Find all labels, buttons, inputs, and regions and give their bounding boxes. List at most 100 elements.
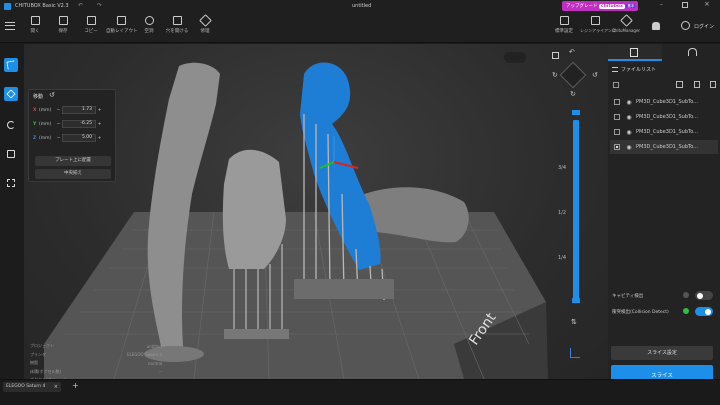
center-button[interactable]: 中央揃え (35, 169, 111, 179)
file-row[interactable]: ◉ PM3D_Cube3D1_SubTo... (610, 140, 718, 154)
file-row[interactable]: ◉ PM3D_Cube3D1_SubTo... (610, 110, 718, 124)
rotate-left-icon[interactable]: ↶ (569, 48, 575, 56)
y-decrement-button[interactable]: − (55, 122, 62, 127)
info-key: プリンタ (30, 351, 46, 357)
toolbar-manager-button[interactable]: ChituManager (612, 14, 640, 33)
place-on-plate-button[interactable]: プレート上に配置 (35, 156, 111, 166)
delete-file-icon[interactable] (694, 81, 700, 88)
toolbar-resin-button[interactable]: レジンアライアンス (580, 16, 616, 34)
printer-tab-close-icon[interactable]: × (54, 382, 58, 392)
info-value: normal (147, 360, 162, 366)
toolbar-label: 自動レイアウト (106, 29, 138, 34)
file-name: PM3D_Cube3D1_SubTo... (636, 99, 698, 105)
toolbar-copy-button[interactable]: コピー (78, 16, 104, 34)
rotate-view-right-icon[interactable]: ↺ (592, 71, 598, 79)
x-value-input[interactable]: 1.73 (62, 106, 96, 114)
repair-icon (198, 14, 212, 27)
select-all-checkbox[interactable] (613, 82, 619, 88)
bottom-bar: ELEGOO Saturn 4 × + (0, 379, 720, 405)
toolbar-label: 保存 (58, 29, 68, 34)
info-value: ELEGOO Saturn 4 (127, 352, 162, 358)
bust-raft (294, 279, 394, 299)
render-mode-toggle[interactable] (504, 52, 526, 63)
toolbar-save-button[interactable]: 保存 (50, 16, 76, 34)
upgrade-button[interactable]: アップグレード chitubox 基本 (562, 1, 638, 11)
support-tab-icon (688, 48, 697, 56)
move-y-row: Y (mm) − -6.25 + (33, 119, 103, 129)
swap-icon[interactable]: ⇅ (571, 318, 577, 326)
home-view-icon[interactable] (552, 52, 559, 59)
duplicate-file-icon[interactable] (710, 81, 716, 88)
x-increment-button[interactable]: + (96, 108, 103, 113)
file-name: PM3D_Cube3D1_SubTo... (636, 129, 698, 135)
model-drapery (222, 149, 286, 269)
close-button[interactable]: × (704, 0, 710, 8)
login-link[interactable]: ログイン (694, 23, 714, 30)
scale-tool-button[interactable] (4, 147, 18, 161)
toolbar-label: 標準設定 (555, 29, 573, 34)
toolbar-settings-button[interactable]: 標準設定 (551, 16, 577, 34)
notification-icon[interactable] (652, 22, 660, 30)
redo-icon[interactable]: ↷ (97, 2, 102, 9)
x-decrement-button[interactable]: − (55, 108, 62, 113)
visibility-eye-icon[interactable]: ◉ (625, 144, 633, 151)
slice-settings-button[interactable]: スライス設定 (611, 346, 713, 360)
file-row[interactable]: ◉ PM3D_Cube3D1_SubTo... (610, 95, 718, 109)
cavity-detection-toggle[interactable] (695, 291, 713, 300)
3d-viewport[interactable]: Front 移動 ↺ X (mm) − 1.73 + Y (mm) − -6.2… (24, 44, 608, 379)
file-list-title: ファイルリスト (621, 67, 657, 73)
settings-icon (559, 16, 569, 25)
toolbar-hollow-button[interactable]: 空洞 (136, 16, 162, 34)
reset-icon[interactable]: ↺ (49, 91, 55, 99)
user-icon[interactable] (681, 21, 690, 30)
info-row: 体積(ボクセル数) -- (30, 368, 162, 377)
axis-y-unit: (mm) (39, 121, 52, 127)
file-name: PM3D_Cube3D1_SubTo... (636, 144, 698, 150)
toolbar-open-button[interactable]: 開く (22, 16, 48, 34)
hollow-icon (144, 16, 154, 25)
layer-slider-track[interactable] (573, 120, 579, 302)
spin-icon[interactable]: ↻ (570, 90, 576, 98)
info-value: untitled (146, 343, 162, 349)
menu-icon[interactable] (5, 22, 15, 30)
select-tool-button[interactable] (4, 58, 18, 72)
file-row[interactable]: ◉ PM3D_Cube3D1_SubTo... (610, 125, 718, 139)
info-key: 樹脂 (30, 360, 38, 366)
visibility-eye-icon[interactable]: ◉ (625, 99, 633, 106)
file-checkbox[interactable] (614, 114, 620, 120)
slider-tick: 1/2 (558, 210, 567, 216)
slider-top-handle[interactable] (572, 110, 580, 115)
tab-file-list[interactable] (608, 44, 662, 61)
collision-detection-toggle[interactable] (695, 307, 713, 316)
rotate-tool-button[interactable] (4, 118, 18, 132)
toolbar-layout-button[interactable]: 自動レイアウト (106, 16, 138, 34)
add-printer-tab-button[interactable]: + (72, 381, 79, 390)
maximize-button[interactable] (682, 2, 688, 8)
z-decrement-button[interactable]: − (55, 136, 62, 141)
file-checkbox[interactable] (614, 144, 620, 150)
slider-bottom-handle[interactable] (572, 298, 580, 303)
file-checkbox[interactable] (614, 99, 620, 105)
axis-x-unit: (mm) (39, 107, 52, 113)
hole-icon (172, 16, 182, 25)
move-tool-button[interactable] (4, 87, 18, 101)
printer-tab[interactable]: ELEGOO Saturn 4 × (3, 382, 61, 392)
menu-icon-middle (5, 25, 15, 27)
visibility-eye-icon[interactable]: ◉ (625, 129, 633, 136)
minimize-button[interactable]: – (660, 1, 663, 8)
undo-icon[interactable]: ↶ (78, 2, 83, 9)
mirror-tool-button[interactable] (4, 176, 18, 190)
file-name: PM3D_Cube3D1_SubTo... (636, 114, 698, 120)
file-checkbox[interactable] (614, 129, 620, 135)
y-value-input[interactable]: -6.25 (62, 120, 96, 128)
z-value-input[interactable]: 5.00 (62, 134, 96, 142)
rotate-view-icon[interactable]: ↻ (552, 71, 558, 79)
toolbar-hole-button[interactable]: 穴を開ける (164, 16, 190, 34)
toolbar-repair-button[interactable]: 修理 (192, 14, 218, 34)
z-increment-button[interactable]: + (96, 136, 103, 141)
y-increment-button[interactable]: + (96, 122, 103, 127)
tab-support[interactable] (664, 44, 720, 61)
add-file-icon[interactable] (676, 81, 683, 88)
visibility-eye-icon[interactable]: ◉ (625, 114, 633, 121)
resin-icon (590, 16, 600, 25)
